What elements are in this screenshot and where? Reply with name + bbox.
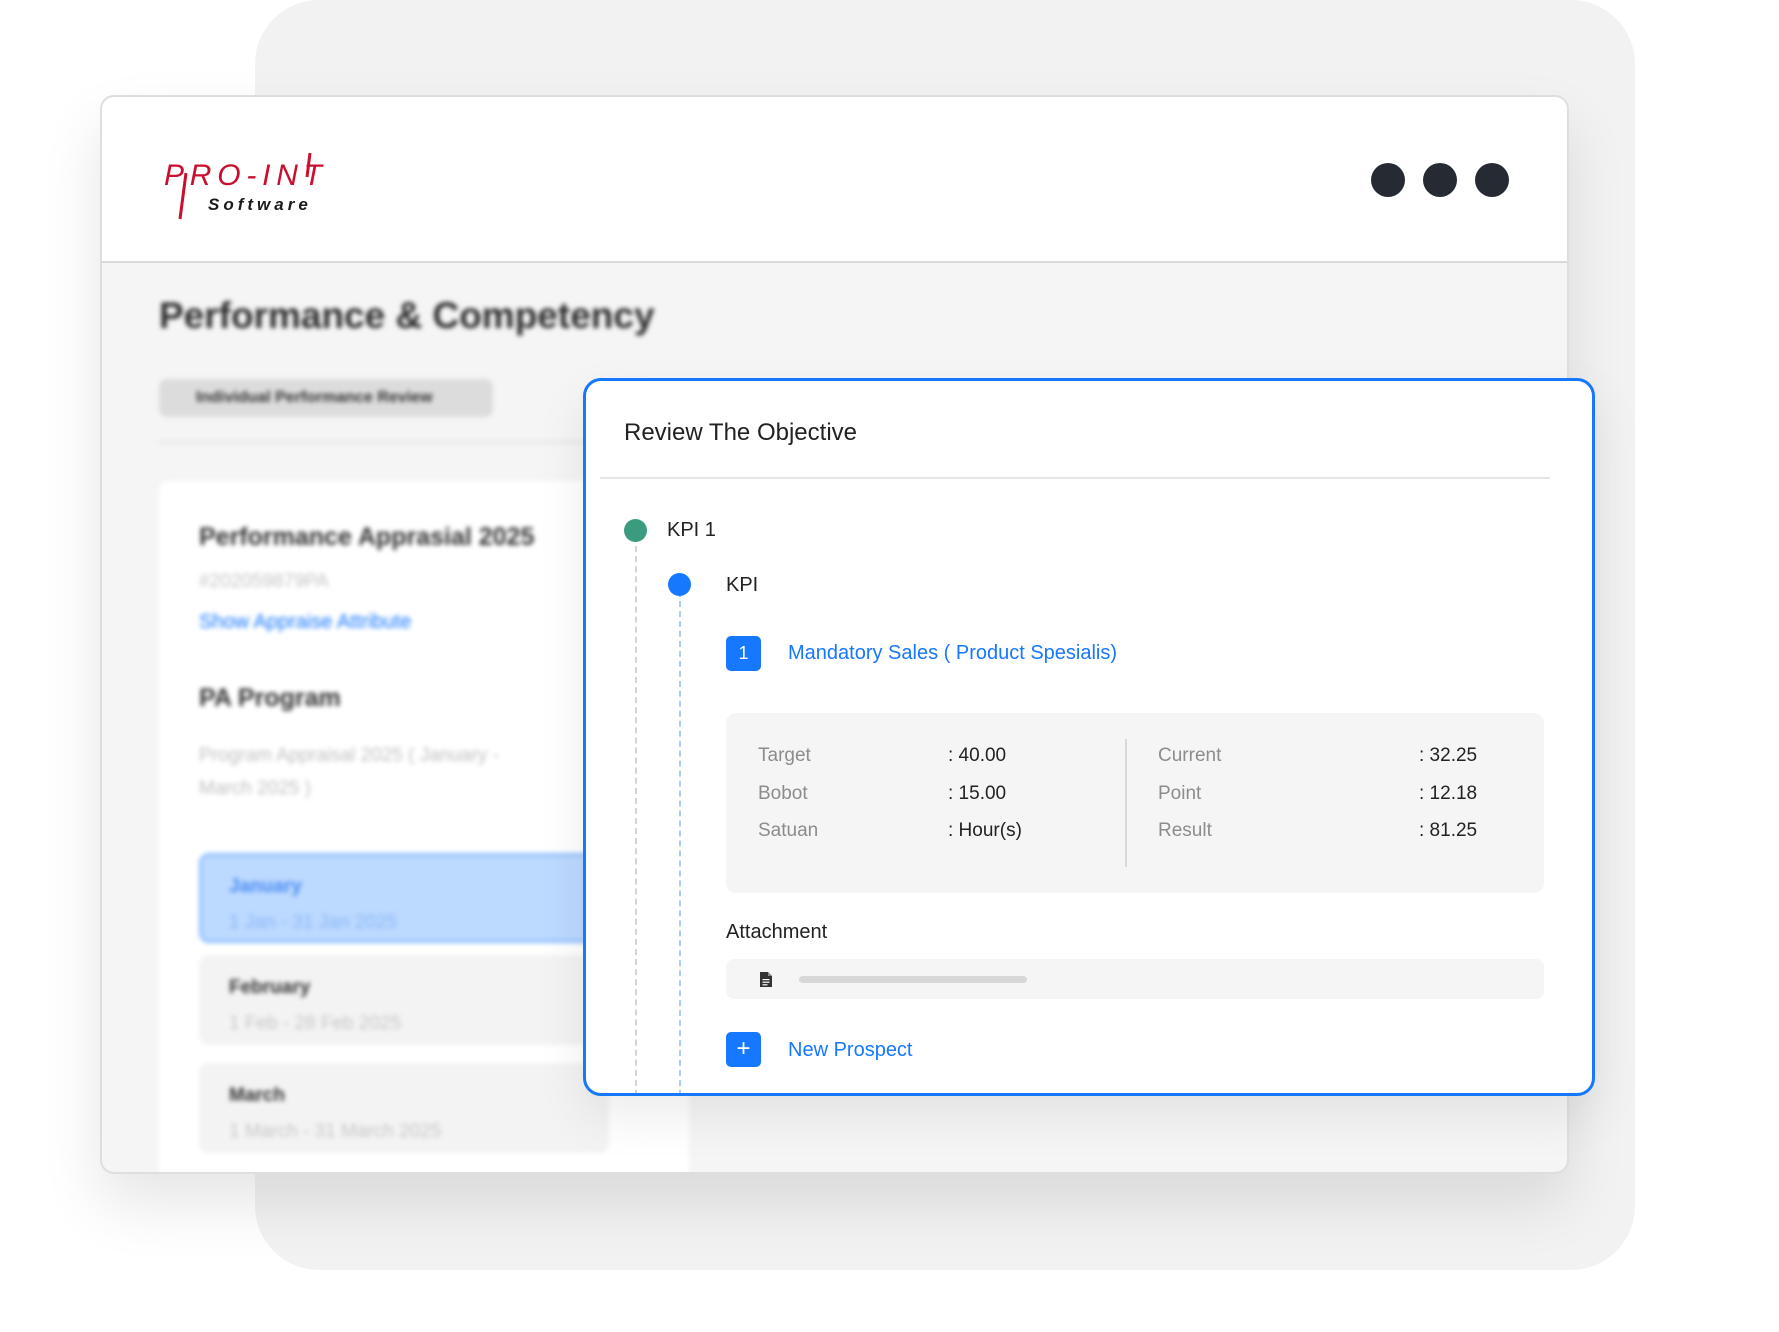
timeline-line-inner <box>679 591 681 1093</box>
show-appraise-attribute-link[interactable]: Show Appraise Attribute <box>199 611 411 634</box>
add-prospect-button[interactable]: + <box>726 1032 761 1067</box>
window-header: PRO-INT Software <box>102 97 1567 263</box>
review-objective-modal: Review The Objective KPI 1 KPI 1 Mandato… <box>583 378 1595 1096</box>
modal-divider <box>600 477 1550 479</box>
tab-divider <box>159 441 639 443</box>
month-item-january[interactable]: January 1 Jan - 31 Jan 2025 <box>199 853 609 943</box>
stat-label-satuan: Satuan <box>758 820 819 841</box>
stat-label-current: Current <box>1158 745 1222 766</box>
new-prospect-link[interactable]: New Prospect <box>788 1039 913 1062</box>
timeline-line-outer <box>635 536 637 1093</box>
month-name: March <box>229 1085 285 1106</box>
attachment-item[interactable] <box>726 959 1544 999</box>
kpi-group-node-icon <box>624 519 647 542</box>
kpi-label: KPI <box>726 574 759 596</box>
modal-title: Review The Objective <box>624 419 857 446</box>
stat-label-point: Point <box>1158 783 1202 804</box>
window-dot-icon[interactable] <box>1475 163 1509 197</box>
appraisal-title: Performance Apprasial 2025 <box>199 523 535 551</box>
stat-value-current: : 32.25 <box>1419 745 1478 766</box>
kpi-stats-box: Target : 40.00 Bobot : 15.00 Satuan : Ho… <box>726 713 1544 893</box>
stats-separator <box>1125 739 1127 867</box>
page-title: Performance & Competency <box>159 295 655 336</box>
month-name: January <box>229 876 302 897</box>
logo-subtext: Software <box>208 195 312 214</box>
pa-program-description: Program Appraisal 2025 ( January - March… <box>199 745 499 799</box>
month-item-march[interactable]: March 1 March - 31 March 2025 <box>199 1063 609 1153</box>
attachment-heading: Attachment <box>726 921 828 943</box>
stat-value-result: : 81.25 <box>1419 820 1478 841</box>
pro-int-logo: PRO-INT Software <box>164 152 325 220</box>
month-item-february[interactable]: February 1 Feb - 28 Feb 2025 <box>199 955 609 1045</box>
month-range: 1 Feb - 28 Feb 2025 <box>229 1013 402 1034</box>
month-name: February <box>229 977 311 998</box>
plus-icon: + <box>736 1035 751 1062</box>
window-dot-icon[interactable] <box>1371 163 1405 197</box>
appraisal-code: #202059879PA <box>199 571 329 592</box>
month-range: 1 Jan - 31 Jan 2025 <box>229 912 397 933</box>
kpi-item-link[interactable]: Mandatory Sales ( Product Spesialis) <box>788 642 1117 665</box>
kpi-item-number-badge: 1 <box>726 636 761 671</box>
attachment-placeholder-bar <box>799 976 1027 983</box>
logo-text: PRO-INT <box>164 159 325 192</box>
stat-label-result: Result <box>1158 820 1212 841</box>
window-dot-icon[interactable] <box>1423 163 1457 197</box>
stat-value-target: : 40.00 <box>948 745 1007 766</box>
file-icon <box>760 972 772 987</box>
stat-label-target: Target <box>758 745 811 766</box>
month-range: 1 March - 31 March 2025 <box>229 1121 442 1142</box>
pa-program-heading: PA Program <box>199 684 341 712</box>
tab-individual-performance-review[interactable]: Individual Performance Review <box>159 379 493 417</box>
stat-value-bobot: : 15.00 <box>948 783 1007 804</box>
window-controls <box>1371 163 1509 197</box>
kpi-node-icon <box>668 573 691 596</box>
stat-value-point: : 12.18 <box>1419 783 1478 804</box>
stat-value-satuan: : Hour(s) <box>948 820 1022 841</box>
kpi-group-label: KPI 1 <box>667 519 716 541</box>
stat-label-bobot: Bobot <box>758 783 808 804</box>
